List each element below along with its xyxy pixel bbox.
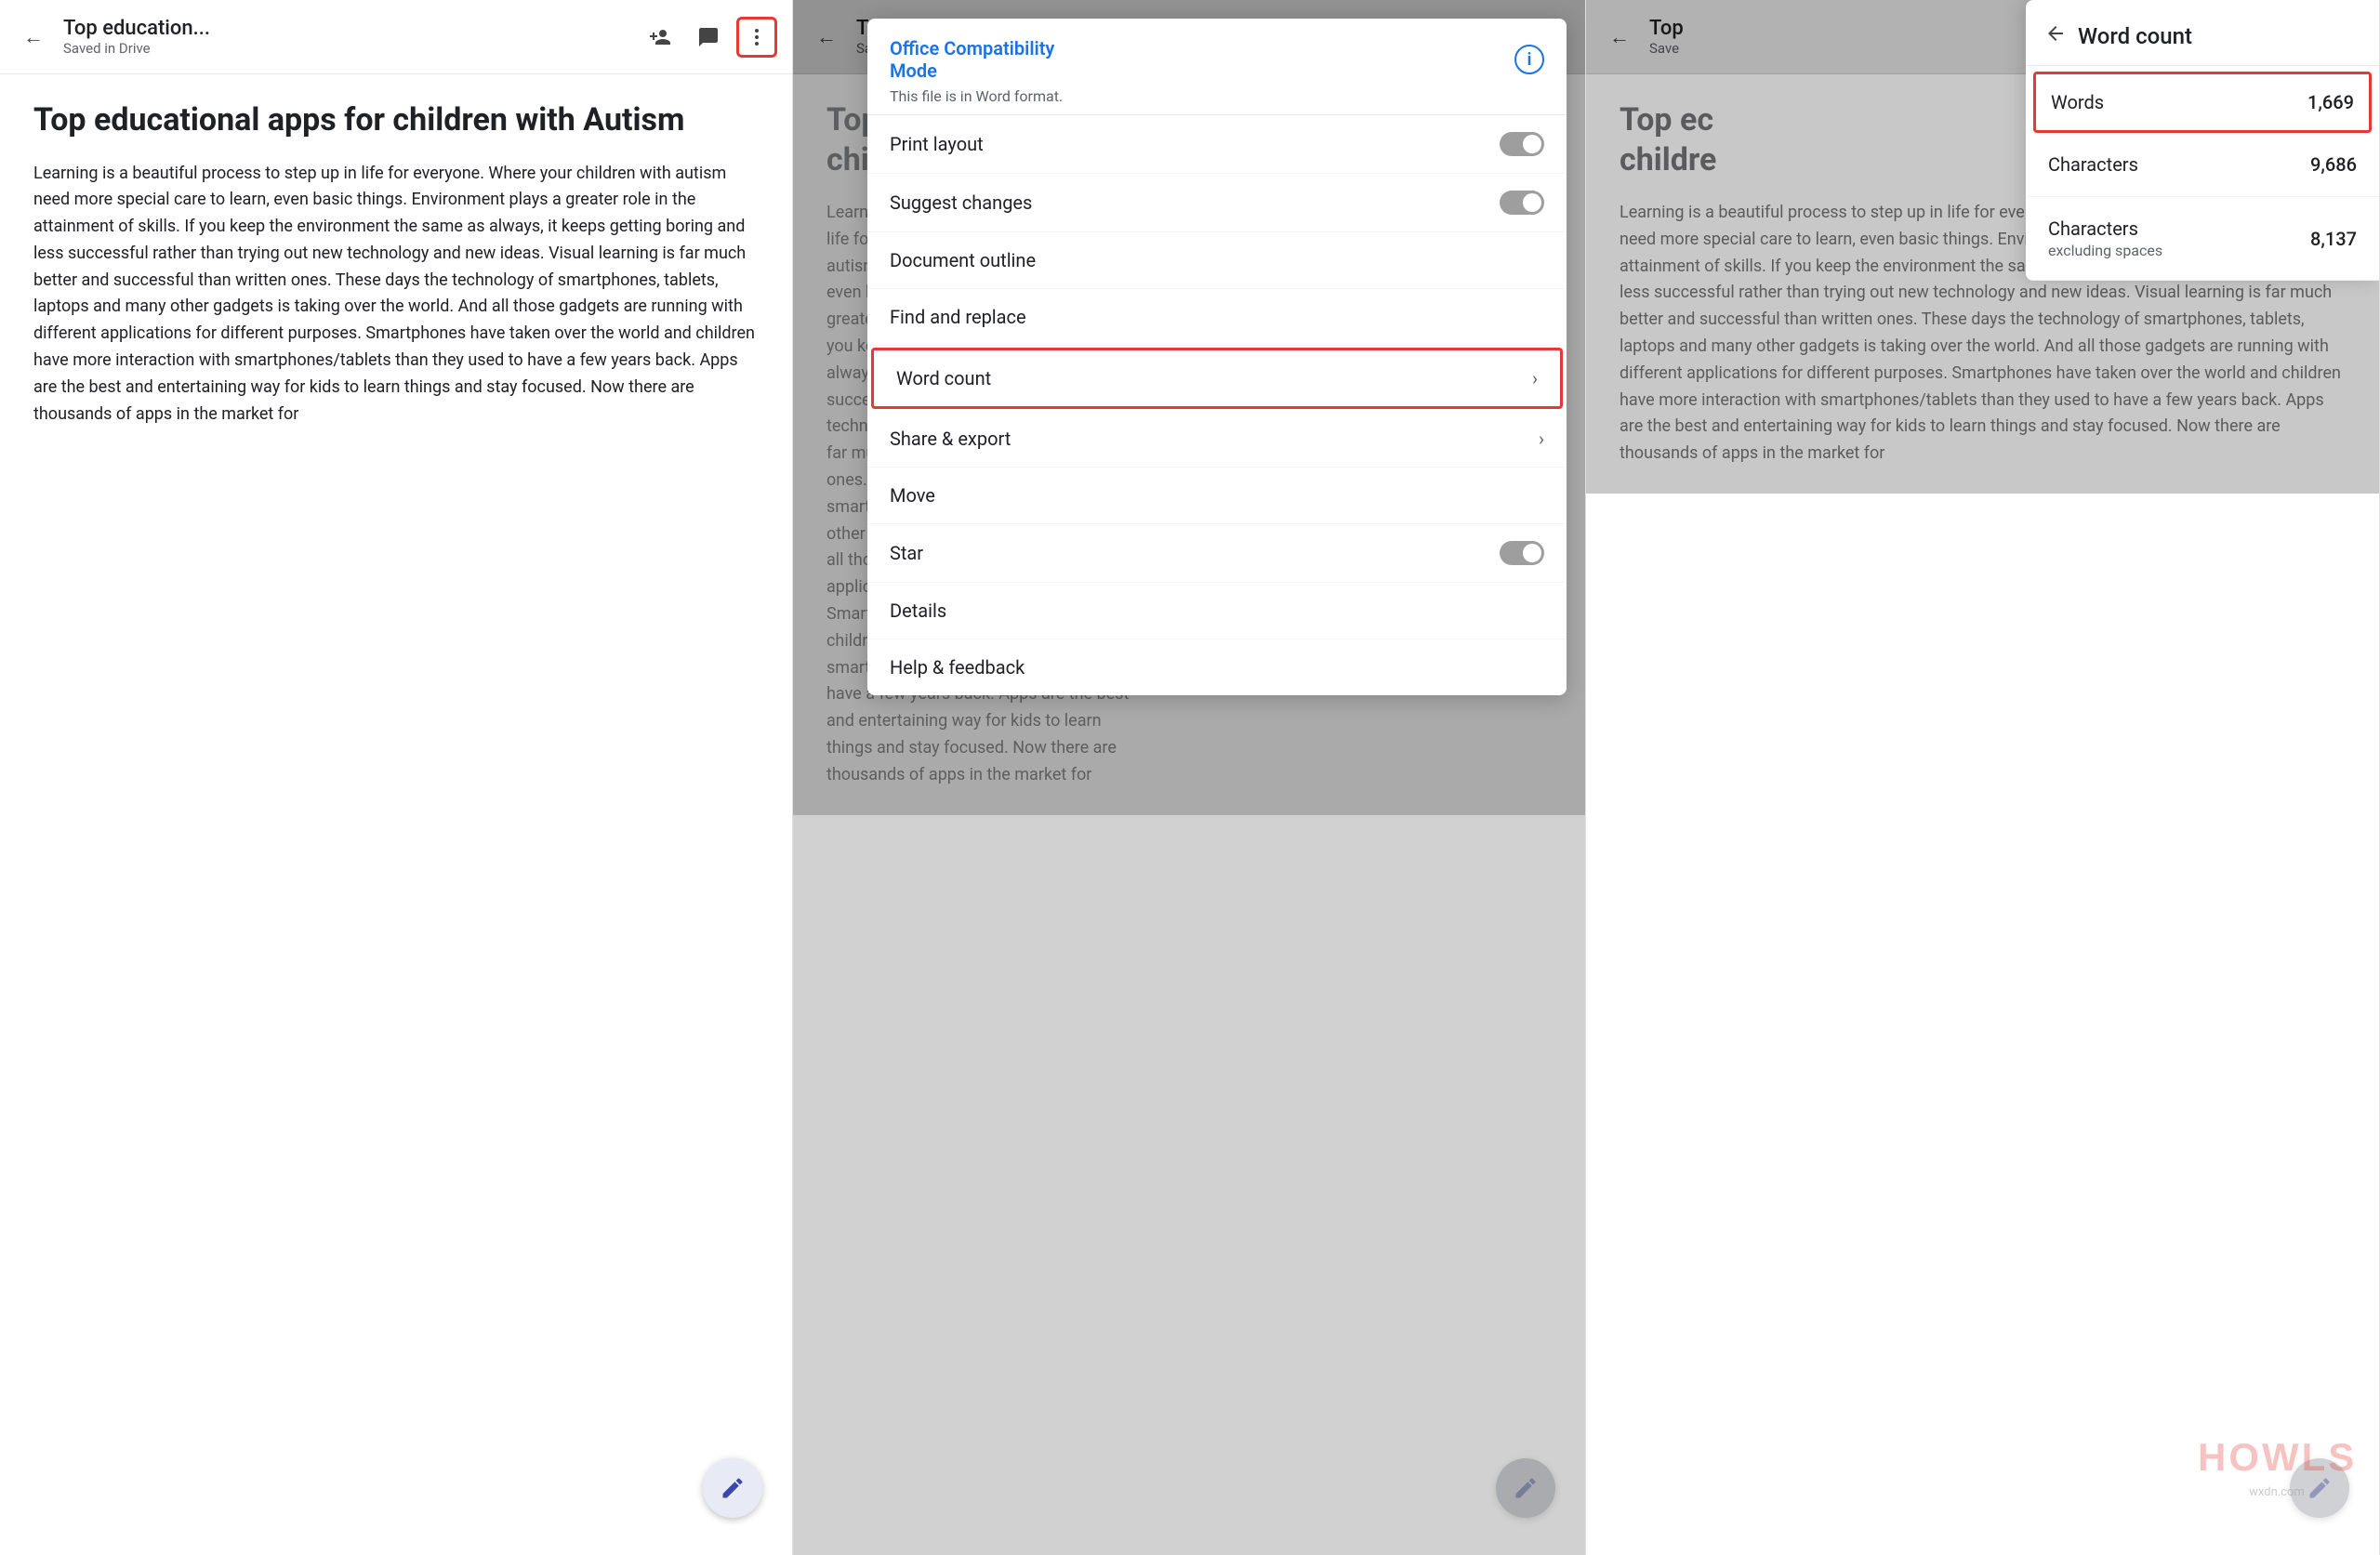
panel-3: ← Top Save Top ecchildre Learning is a b… (1586, 0, 2380, 1555)
suggest-changes-label: Suggest changes (890, 191, 1032, 214)
share-export-label: Share & export (890, 428, 1011, 450)
menu-item-share-export[interactable]: Share & export › (867, 411, 1567, 468)
wc-chars-nospace-labels: Characters excluding spaces (2048, 217, 2162, 259)
help-feedback-label: Help & feedback (890, 656, 1025, 679)
star-label: Star (890, 542, 923, 564)
menu-item-move[interactable]: Move (867, 468, 1567, 524)
fab-1[interactable] (703, 1458, 762, 1518)
wc-chars-label: Characters (2048, 153, 2138, 176)
wc-row-chars-nospace: Characters excluding spaces 8,137 (2026, 197, 2379, 281)
doc-subtitle-1: Saved in Drive (63, 40, 628, 57)
wc-title: Word count (2078, 23, 2192, 49)
dropdown-menu: Office CompatibilityMode i This file is … (867, 19, 1567, 695)
wc-row-words: Words 1,669 (2033, 72, 2372, 133)
wc-words-label: Words (2051, 91, 2104, 113)
info-circle-icon[interactable]: i (1514, 45, 1544, 74)
topbar-actions-1 (640, 17, 777, 58)
watermark: HOWLS wxdn.com (2193, 1426, 2360, 1499)
star-toggle[interactable] (1500, 541, 1544, 565)
doc-title-1: Top education... (63, 17, 305, 40)
wc-words-value: 1,669 (2307, 91, 2354, 113)
wc-row-chars: Characters 9,686 (2026, 133, 2379, 197)
word-count-panel: Word count Words 1,669 Characters 9,686 … (2026, 0, 2379, 281)
move-label: Move (890, 484, 935, 507)
menu-item-details[interactable]: Details (867, 583, 1567, 639)
doc-heading-1: Top educational apps for children with A… (33, 100, 759, 140)
title-group-1: Top education... Saved in Drive (63, 17, 628, 57)
dropdown-header-top: Office CompatibilityMode i (890, 37, 1544, 82)
back-button-3[interactable]: ← (1601, 19, 1638, 56)
find-replace-label: Find and replace (890, 306, 1026, 328)
wc-header: Word count (2026, 0, 2379, 66)
dropdown-header: Office CompatibilityMode i This file is … (867, 19, 1567, 115)
details-label: Details (890, 600, 946, 622)
wc-chars-value: 9,686 (2310, 153, 2357, 176)
panel-1: ← Top education... Saved in Drive Top ed… (0, 0, 793, 1555)
print-layout-label: Print layout (890, 133, 984, 155)
topbar-1: ← Top education... Saved in Drive (0, 0, 792, 74)
panel-2: ← Top Save Top ecchildre Learning is... … (793, 0, 1586, 1555)
suggest-changes-toggle[interactable] (1500, 191, 1544, 215)
office-compat-info: This file is in Word format. (890, 87, 1544, 105)
menu-item-star[interactable]: Star (867, 524, 1567, 583)
menu-item-help-feedback[interactable]: Help & feedback (867, 639, 1567, 695)
document-outline-label: Document outline (890, 249, 1036, 271)
print-layout-toggle[interactable] (1500, 132, 1544, 156)
svg-text:HOWLS: HOWLS (2198, 1435, 2357, 1479)
wc-back-button[interactable] (2044, 22, 2067, 50)
doc-content-1: Learning is a beautiful process to step … (33, 161, 759, 428)
menu-item-word-count[interactable]: Word count › (871, 348, 1563, 409)
person-add-icon[interactable] (640, 17, 681, 58)
back-button-1[interactable]: ← (15, 19, 52, 56)
office-compat-title: Office CompatibilityMode (890, 37, 1054, 82)
word-count-chevron-icon: › (1532, 367, 1538, 389)
menu-item-find-replace[interactable]: Find and replace (867, 289, 1567, 346)
menu-item-print-layout[interactable]: Print layout (867, 115, 1567, 174)
wc-chars-nospace-value: 8,137 (2310, 228, 2357, 250)
word-count-right: › (1532, 367, 1538, 389)
more-vert-button-1[interactable] (736, 17, 777, 58)
menu-item-suggest-changes[interactable]: Suggest changes (867, 174, 1567, 232)
wc-chars-nospace-label: Characters (2048, 217, 2162, 240)
doc-body-1: Top educational apps for children with A… (0, 74, 792, 454)
suggest-changes-right (1500, 191, 1544, 215)
comment-icon[interactable] (688, 17, 729, 58)
share-export-right: › (1539, 428, 1544, 450)
share-export-chevron-icon: › (1539, 428, 1544, 450)
doc-title-3: Top (1649, 17, 1891, 40)
word-count-label: Word count (896, 367, 991, 389)
wc-chars-nospace-sublabel: excluding spaces (2048, 242, 2162, 259)
menu-item-document-outline[interactable]: Document outline (867, 232, 1567, 289)
print-layout-right (1500, 132, 1544, 156)
star-right (1500, 541, 1544, 565)
